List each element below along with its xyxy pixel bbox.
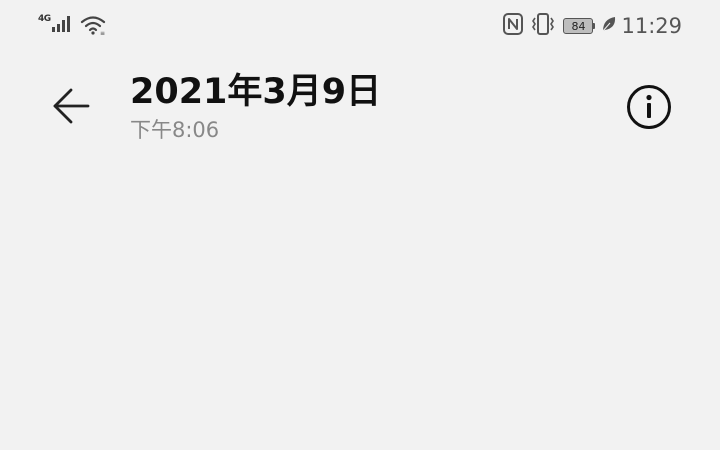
info-button[interactable] — [625, 85, 673, 133]
svg-text:≡: ≡ — [100, 30, 105, 35]
back-button[interactable] — [48, 86, 94, 130]
battery-tip — [593, 23, 596, 29]
status-bar: 4G ≡ 84 11:29 — [0, 0, 720, 52]
status-right-group: 84 11:29 — [495, 12, 682, 40]
battery-level: 84 — [563, 18, 594, 34]
leaf-icon — [601, 15, 617, 37]
status-clock: 11:29 — [621, 14, 682, 38]
page-title: 2021年3月9日 — [130, 72, 382, 112]
title-block: 2021年3月9日 下午8:06 — [130, 70, 381, 144]
nfc-icon — [503, 13, 524, 39]
arrow-left-icon — [51, 88, 91, 128]
network-type-label: 4G — [38, 14, 51, 24]
wifi-icon: ≡ — [80, 15, 106, 39]
cellular-signal-icon — [51, 16, 72, 36]
info-icon — [626, 84, 672, 134]
page-subtitle: 下午8:06 — [130, 118, 220, 142]
vibrate-icon — [531, 13, 555, 39]
status-left-group: 4G ≡ — [38, 12, 106, 40]
battery-indicator: 84 — [563, 17, 597, 35]
